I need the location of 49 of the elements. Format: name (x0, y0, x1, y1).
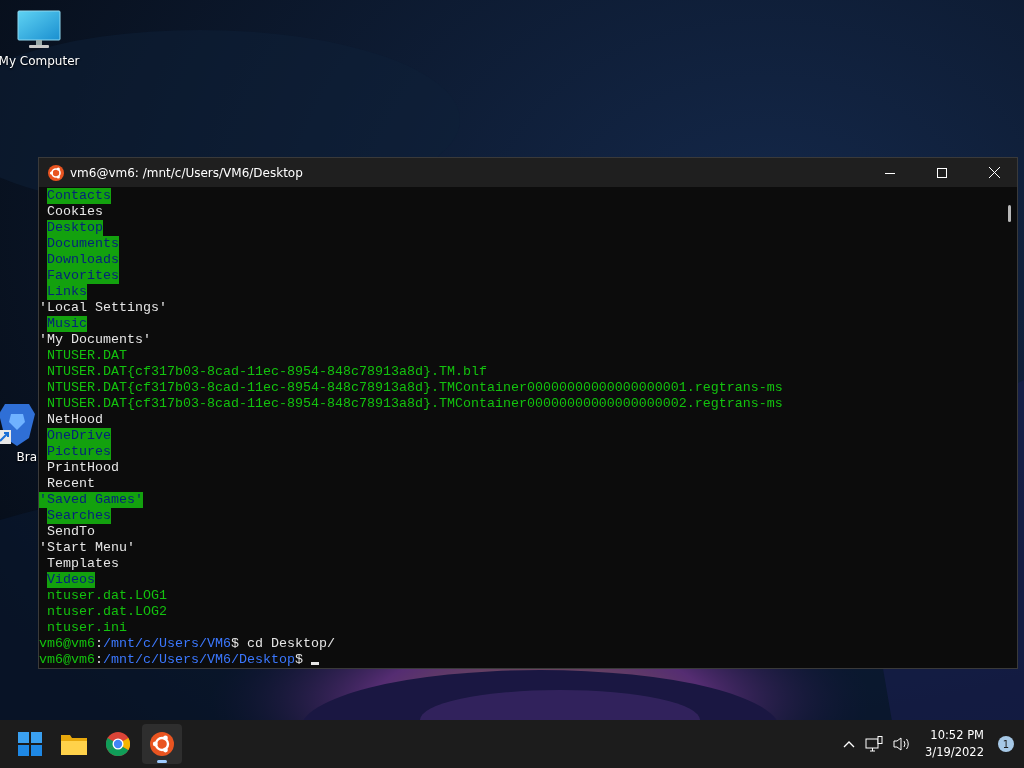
notification-badge[interactable]: 1 (998, 736, 1014, 752)
file-entry: 'Start Menu' (39, 540, 135, 556)
directory-entry: Desktop (47, 220, 103, 236)
directory-entry: Downloads (47, 252, 119, 268)
directory-entry: Pictures (47, 444, 111, 460)
monitor-icon (17, 10, 61, 50)
taskbar-app-button[interactable] (142, 724, 182, 764)
file-entry: ntuser.ini (47, 620, 127, 636)
file-entry: 'My Documents' (39, 332, 151, 348)
file-entry: ntuser.dat.LOG2 (47, 604, 167, 620)
chrome-icon (106, 732, 130, 756)
directory-entry: Music (47, 316, 87, 332)
window-title: vm6@vm6: /mnt/c/Users/VM6/Desktop (70, 165, 304, 180)
file-entry: NetHood (47, 412, 103, 428)
directory-entry: Links (47, 284, 87, 300)
directory-entry: Documents (47, 236, 119, 252)
prompt-line: vm6@vm6:/mnt/c/Users/VM6$ cd Desktop/ (39, 636, 335, 652)
windows-logo-icon (18, 732, 42, 756)
file-entry: SendTo (47, 524, 95, 540)
file-entry: ntuser.dat.LOG1 (47, 588, 167, 604)
ubuntu-icon (150, 732, 174, 756)
prompt-line: vm6@vm6:/mnt/c/Users/VM6/Desktop$ (39, 652, 304, 668)
close-icon (988, 167, 1000, 178)
file-entry: NTUSER.DAT{cf317b03-8cad-11ec-8954-848c78913a8d}.TMContainer00000000000000000001.regtrans-ms (47, 380, 783, 396)
scrollbar-thumb[interactable] (1007, 205, 1011, 222)
directory-entry: Favorites (47, 268, 119, 284)
directory-entry: Contacts (47, 188, 111, 204)
directory-entry: OneDrive (47, 428, 111, 444)
file-entry: Recent (47, 476, 95, 492)
file-entry: NTUSER.DAT{cf317b03-8cad-11ec-8954-848c78913a8d}.TMContainer00000000000000000002.regtrans-ms (47, 396, 783, 412)
maximize-icon (937, 167, 947, 178)
file-entry: PrintHood (47, 460, 119, 476)
network-icon[interactable] (865, 736, 884, 752)
chevron-up-icon[interactable] (843, 740, 856, 748)
folder-icon (61, 733, 87, 755)
file-entry: NTUSER.DAT (47, 348, 127, 364)
ubuntu-icon (48, 164, 64, 181)
file-entry: Templates (47, 556, 119, 572)
desktop-icon-label: Bra (16, 450, 37, 464)
file-entry: NTUSER.DAT{cf317b03-8cad-11ec-8954-848c78913a8d}.TM.blf (47, 364, 487, 380)
file-entry: 'Local Settings' (39, 300, 167, 316)
clock-date: 3/19/2022 (925, 744, 984, 761)
clock-time: 10:52 PM (930, 727, 984, 744)
desktop-icon-label: My Computer (0, 54, 80, 68)
directory-entry: Videos (47, 572, 95, 588)
directory-entry: Searches (47, 508, 111, 524)
file-entry: Cookies (47, 204, 103, 220)
directory-entry: 'Saved Games' (39, 492, 143, 508)
speaker-icon[interactable] (893, 736, 912, 752)
